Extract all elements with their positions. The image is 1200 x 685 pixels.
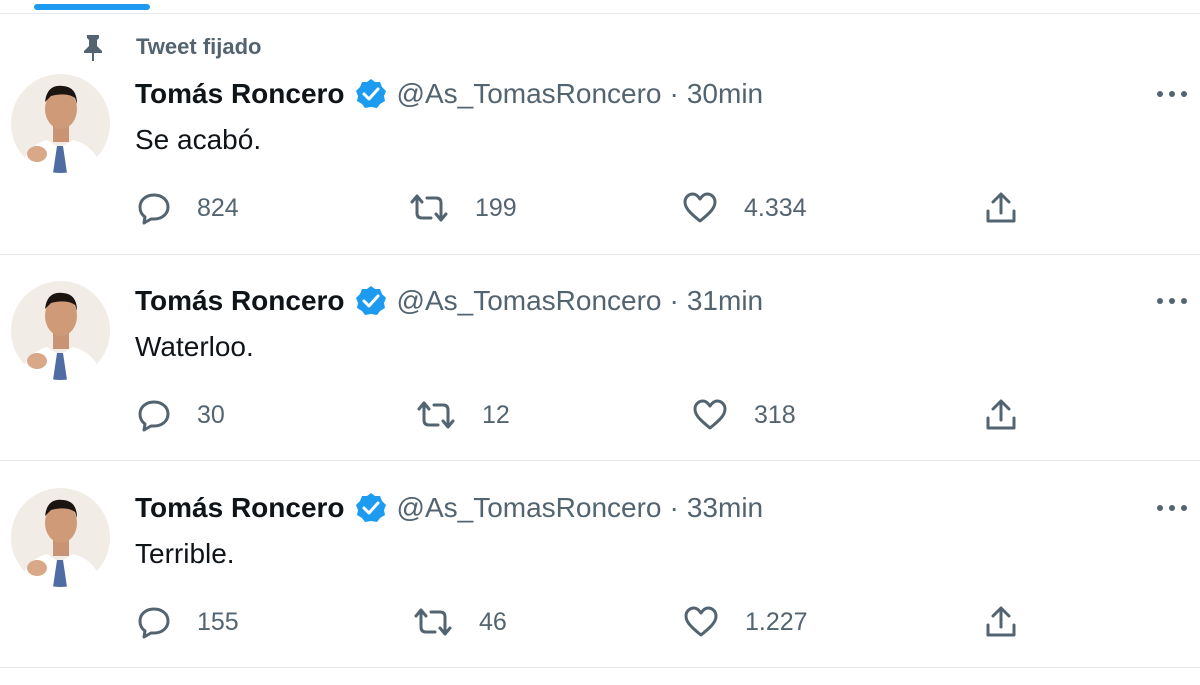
verified-badge-icon[interactable]	[355, 78, 387, 110]
like-count: 4.334	[744, 193, 807, 222]
reply-count: 30	[197, 400, 225, 429]
retweet-button[interactable]: 199	[409, 188, 517, 228]
tweet-timestamp[interactable]: 33min	[687, 492, 763, 524]
tweet-header: Tomás Roncero @As_TomasRoncero · 30min	[135, 74, 763, 114]
reply-count: 824	[197, 193, 239, 222]
like-count: 1.227	[745, 607, 808, 636]
avatar[interactable]	[11, 488, 110, 587]
reply-button[interactable]: 30	[137, 395, 225, 435]
author-handle[interactable]: @As_TomasRoncero	[397, 492, 662, 524]
tweet-text: Se acabó.	[135, 124, 262, 155]
like-icon	[682, 191, 718, 225]
author-handle[interactable]: @As_TomasRoncero	[397, 285, 662, 317]
reply-button[interactable]: 824	[137, 188, 239, 228]
more-icon[interactable]	[1154, 490, 1190, 526]
tweet-text: Waterloo.	[135, 331, 254, 362]
retweet-count: 12	[482, 400, 510, 429]
avatar[interactable]	[11, 74, 110, 173]
like-icon	[692, 398, 728, 432]
author-name[interactable]: Tomás Roncero	[135, 285, 345, 317]
verified-badge-icon[interactable]	[355, 285, 387, 317]
share-icon	[985, 398, 1017, 432]
like-button[interactable]: 1.227	[683, 602, 808, 642]
tweet-timestamp[interactable]: 30min	[687, 78, 763, 110]
more-icon[interactable]	[1154, 283, 1190, 319]
tweet[interactable]: Tomás Roncero @As_TomasRoncero · 31min W…	[0, 255, 1200, 460]
tweet-actions: 30 12 318	[0, 395, 1200, 435]
retweet-count: 199	[475, 193, 517, 222]
pinned-indicator: Tweet fijado	[80, 32, 262, 62]
retweet-button[interactable]: 46	[413, 602, 507, 642]
separator-dot: ·	[669, 78, 679, 109]
like-button[interactable]: 4.334	[682, 188, 807, 228]
verified-badge-icon[interactable]	[355, 492, 387, 524]
share-button[interactable]	[985, 395, 1017, 435]
pin-icon	[80, 32, 106, 62]
pinned-label: Tweet fijado	[136, 34, 262, 59]
retweet-icon	[413, 605, 453, 639]
retweet-button[interactable]: 12	[416, 395, 510, 435]
retweet-count: 46	[479, 607, 507, 636]
retweet-icon	[409, 191, 449, 225]
share-icon	[985, 605, 1017, 639]
like-count: 318	[754, 400, 796, 429]
tweet-actions: 155 46 1.227	[0, 602, 1200, 642]
tweet[interactable]: Tweet fijado Tomás Roncero @As_TomasRonc…	[0, 14, 1200, 254]
like-button[interactable]: 318	[692, 395, 796, 435]
retweet-icon	[416, 398, 456, 432]
tweet-actions: 824 199 4.334	[0, 188, 1200, 228]
reply-count: 155	[197, 607, 239, 636]
share-button[interactable]	[985, 602, 1017, 642]
reply-icon	[137, 605, 171, 639]
tweet-header: Tomás Roncero @As_TomasRoncero · 31min	[135, 281, 763, 321]
tweet-timestamp[interactable]: 31min	[687, 285, 763, 317]
tweet-text: Terrible.	[135, 538, 235, 569]
tweet-divider	[0, 667, 1200, 668]
more-icon[interactable]	[1154, 76, 1190, 112]
reply-icon	[137, 398, 171, 432]
share-icon	[985, 191, 1017, 225]
tweet[interactable]: Tomás Roncero @As_TomasRoncero · 33min T…	[0, 461, 1200, 667]
separator-dot: ·	[669, 285, 679, 316]
active-tab-indicator	[34, 4, 150, 10]
like-icon	[683, 605, 719, 639]
reply-icon	[137, 191, 171, 225]
separator-dot: ·	[669, 492, 679, 523]
author-name[interactable]: Tomás Roncero	[135, 78, 345, 110]
avatar[interactable]	[11, 281, 110, 380]
tweet-header: Tomás Roncero @As_TomasRoncero · 33min	[135, 488, 763, 528]
reply-button[interactable]: 155	[137, 602, 239, 642]
author-handle[interactable]: @As_TomasRoncero	[397, 78, 662, 110]
author-name[interactable]: Tomás Roncero	[135, 492, 345, 524]
share-button[interactable]	[985, 188, 1017, 228]
